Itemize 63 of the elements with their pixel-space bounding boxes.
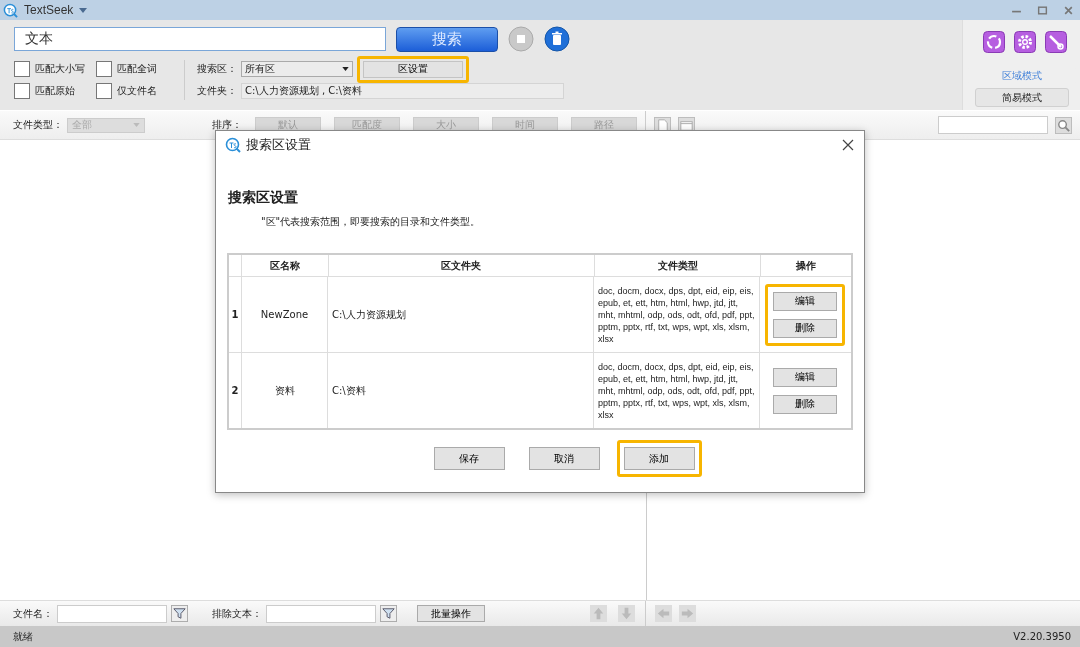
table-cell: C:\资料 bbox=[327, 353, 593, 428]
app-title: TextSeek bbox=[24, 3, 74, 17]
zone-label: 搜索区： bbox=[197, 62, 238, 76]
trash-icon[interactable] bbox=[544, 26, 570, 52]
caret-icon[interactable] bbox=[79, 7, 88, 13]
maximize-icon[interactable] bbox=[1037, 4, 1048, 16]
row-action-button[interactable]: 编辑 bbox=[772, 291, 837, 311]
dialog-button[interactable]: 取消 bbox=[528, 447, 600, 470]
dialog-button[interactable]: 保存 bbox=[433, 447, 505, 470]
stop-icon[interactable] bbox=[508, 26, 534, 52]
filename-field[interactable] bbox=[57, 604, 167, 623]
table-cell: doc, docm, docx, dps, dpt, eid, eip, eis, epub, et, ett, htm, html, hwp, jtd, jtt, mht, mhtml, odp, ods, odt, ofd, pdf, ppt, pptm, pptx, rtf, txt, wps, wpt, xls, xlsm, xlsx bbox=[593, 353, 759, 428]
app-logo-icon bbox=[3, 2, 18, 18]
file-type-label: 文件类型： bbox=[13, 118, 63, 132]
table-cell: doc, docm, docx, dps, dpt, eid, eip, eis, epub, et, ett, htm, html, hwp, jtd, jtt, mht, mhtml, odp, ods, odt, ofd, pdf, ppt, pptm, pptx, rtf, txt, wps, wpt, xls, xlsm, xlsx bbox=[593, 277, 759, 352]
close-icon[interactable] bbox=[842, 139, 854, 151]
wrench-icon[interactable] bbox=[1045, 31, 1067, 53]
folder-field: C:\人力资源规划 , C:\资料 bbox=[241, 83, 564, 99]
preview-search-field[interactable] bbox=[938, 116, 1048, 134]
dialog-title: 搜索区设置 bbox=[246, 136, 311, 154]
row-action-button[interactable]: 删除 bbox=[772, 394, 837, 414]
checkbox-label: 匹配全词 bbox=[117, 62, 157, 76]
filter-icon[interactable] bbox=[380, 605, 397, 622]
batch-button[interactable]: 批量操作 bbox=[417, 605, 485, 622]
checkbox[interactable] bbox=[96, 83, 112, 99]
checkbox[interactable] bbox=[96, 61, 112, 77]
sort-label: 排序： bbox=[212, 118, 242, 132]
folder-label: 文件夹： bbox=[197, 84, 238, 98]
zone-settings-button[interactable]: 区设置 bbox=[363, 60, 463, 78]
row-action-button[interactable]: 删除 bbox=[772, 318, 837, 338]
search-icon[interactable] bbox=[1055, 116, 1072, 134]
gear-icon[interactable] bbox=[1014, 31, 1036, 53]
checkbox[interactable] bbox=[14, 61, 30, 77]
checkbox-label: 匹配大小写 bbox=[35, 62, 85, 76]
zone-dropdown[interactable]: 所有区 bbox=[241, 61, 353, 77]
filename-label: 文件名： bbox=[13, 606, 53, 621]
checkbox[interactable] bbox=[14, 83, 30, 99]
status-text: 就绪 bbox=[13, 629, 33, 644]
table-cell: NewZone bbox=[241, 277, 327, 352]
caret-icon bbox=[133, 123, 140, 127]
column-header: 区文件夹 bbox=[327, 255, 594, 276]
table-cell: C:\人力资源规划 bbox=[327, 277, 593, 352]
exclude-text-label: 排除文本： bbox=[212, 606, 262, 621]
table-cell: 资料 bbox=[241, 353, 327, 428]
app-logo-icon bbox=[225, 137, 241, 153]
version-text: V2.20.3950 bbox=[1013, 631, 1071, 642]
checkbox-label: 仅文件名 bbox=[117, 84, 157, 98]
dialog-heading: 搜索区设置 bbox=[228, 189, 299, 207]
dialog-button[interactable]: 添加 bbox=[623, 447, 695, 470]
column-header: 区名称 bbox=[240, 255, 328, 276]
exclude-text-field[interactable] bbox=[266, 604, 376, 623]
dialog-description: "区"代表搜索范围，即要搜索的目录和文件类型。 bbox=[261, 215, 482, 229]
row-action-button[interactable]: 编辑 bbox=[772, 367, 837, 387]
column-header: 操作 bbox=[760, 255, 851, 276]
row-number: 2 bbox=[230, 384, 240, 398]
refresh-icon[interactable] bbox=[983, 31, 1005, 53]
column-header: 文件类型 bbox=[593, 255, 761, 276]
search-field[interactable]: 文本 bbox=[14, 27, 386, 51]
mode-tab[interactable]: 简易模式 bbox=[974, 88, 1069, 107]
caret-icon bbox=[342, 67, 349, 71]
filter-icon[interactable] bbox=[171, 605, 188, 622]
checkbox-label: 匹配原始 bbox=[35, 84, 75, 98]
row-number: 1 bbox=[230, 308, 240, 322]
